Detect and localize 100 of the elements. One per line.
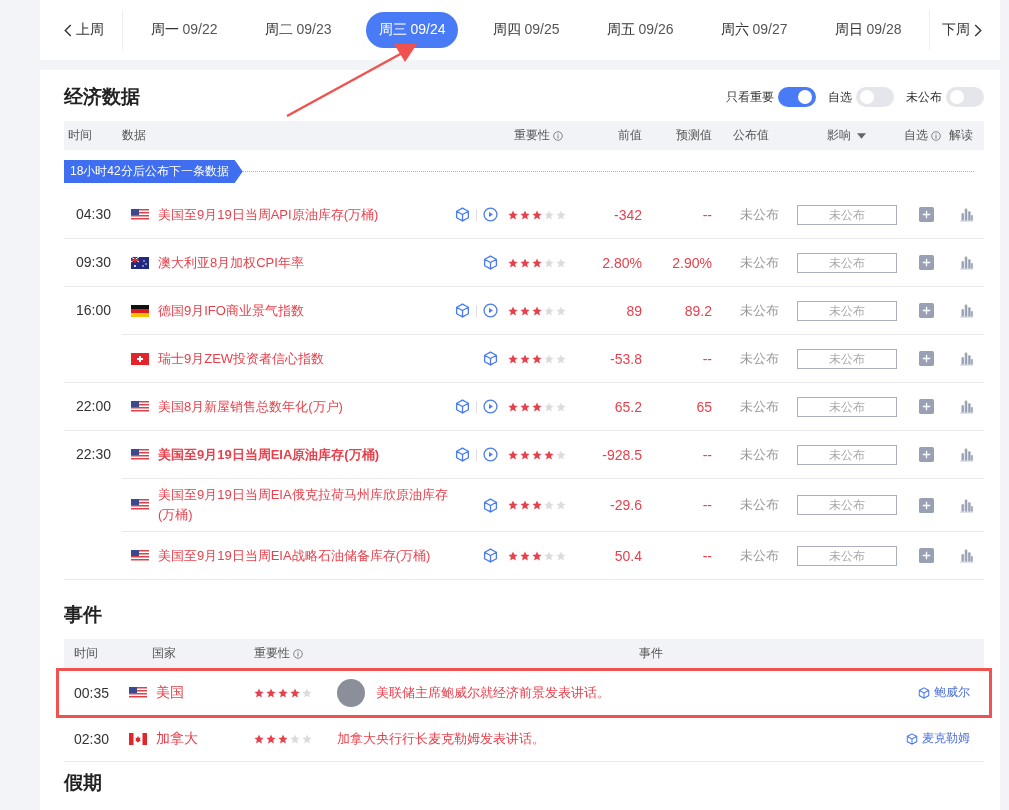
indicator-link[interactable]: 美国至9月19日当周EIA战略石油储备库存(万桶) <box>158 545 454 566</box>
caret-icon <box>857 132 866 139</box>
bar-chart-icon[interactable] <box>959 255 974 270</box>
bar-chart-icon[interactable] <box>959 497 974 513</box>
add-icon[interactable] <box>919 207 934 222</box>
info-icon <box>293 648 303 659</box>
actual-value: 未公布 <box>739 445 780 464</box>
column-header: 解读 <box>949 127 973 144</box>
countdown-tag: 18小时42分后公布下一条数据 <box>64 160 243 183</box>
indicator-link[interactable]: 德国9月IFO商业景气指数 <box>158 300 454 321</box>
toggle-switch[interactable] <box>946 87 984 107</box>
impact-field[interactable]: 未公布 <box>796 348 897 369</box>
actual-value: 未公布 <box>739 205 780 224</box>
bar-chart-icon[interactable] <box>959 548 974 563</box>
impact-field[interactable]: 未公布 <box>796 495 897 515</box>
indicator-link[interactable]: 美国8月新屋销售总数年化(万户) <box>158 396 454 417</box>
day-tab[interactable]: 周六 09/27 <box>707 12 801 48</box>
cube-icon[interactable] <box>455 399 470 414</box>
play-icon[interactable] <box>483 207 498 222</box>
actual-value: 未公布 <box>739 397 780 416</box>
day-tab[interactable]: 周二 09/23 <box>251 12 345 48</box>
flag-icon <box>131 256 149 269</box>
forecast-value: 2.90% <box>671 254 712 271</box>
bar-chart-icon[interactable] <box>959 303 974 318</box>
forecast-value: 89.2 <box>683 302 712 319</box>
toggle-switch[interactable] <box>856 87 894 107</box>
bar-chart-icon[interactable] <box>959 447 974 462</box>
forecast-value: -- <box>701 446 712 463</box>
day-tab[interactable]: 周五 09/26 <box>593 12 687 48</box>
cube-icon[interactable] <box>483 255 498 270</box>
add-icon[interactable] <box>919 399 934 414</box>
column-header: 国家 <box>152 645 176 662</box>
toggle-switch[interactable] <box>778 87 816 107</box>
country-text: 美国 <box>156 683 184 702</box>
toggle-label: 未公布 <box>906 88 942 106</box>
flag-icon <box>131 304 149 317</box>
impact-field[interactable]: 未公布 <box>796 444 897 465</box>
toggle-label: 只看重要 <box>726 88 774 106</box>
column-header: 数据 <box>122 127 146 144</box>
add-icon[interactable] <box>919 548 934 563</box>
info-icon <box>931 130 941 141</box>
day-tab[interactable]: 周三 09/24 <box>365 12 459 48</box>
flag-icon <box>131 499 149 511</box>
event-text: 美联储主席鲍威尔就经济前景发表讲话。 <box>376 683 611 702</box>
cube-icon[interactable] <box>455 447 470 462</box>
add-icon[interactable] <box>919 303 934 318</box>
cube-icon[interactable] <box>483 351 498 366</box>
add-icon[interactable] <box>919 255 934 270</box>
column-header: 自选 <box>904 127 928 144</box>
play-icon[interactable] <box>483 399 498 414</box>
column-header: 前值 <box>618 127 642 144</box>
previous-week-link[interactable]: 上周 <box>40 10 123 50</box>
info-icon <box>553 130 563 141</box>
cube-icon[interactable] <box>455 303 470 318</box>
impact-field[interactable]: 未公布 <box>796 396 897 417</box>
cube-icon[interactable] <box>483 548 498 563</box>
cube-icon <box>906 732 918 745</box>
indicator-link[interactable]: 瑞士9月ZEW投资者信心指数 <box>158 348 454 369</box>
indicator-link[interactable]: 美国至9月19日当周API原油库存(万桶) <box>158 204 454 225</box>
cube-icon[interactable] <box>455 207 470 222</box>
play-icon[interactable] <box>483 303 498 318</box>
time-text: 04:30 <box>76 206 112 222</box>
cube-icon <box>918 686 930 699</box>
bar-chart-icon[interactable] <box>959 351 974 366</box>
flag-icon <box>129 732 147 745</box>
chevron-left-icon <box>64 23 72 37</box>
cube-icon[interactable] <box>483 497 498 513</box>
add-icon[interactable] <box>919 447 934 462</box>
add-icon[interactable] <box>919 351 934 366</box>
indicator-link[interactable]: 美国至9月19日当周EIA原油库存(万桶) <box>158 444 454 465</box>
next-week-link[interactable]: 下周 <box>929 10 1000 50</box>
impact-field[interactable]: 未公布 <box>796 545 897 566</box>
impact-field[interactable]: 未公布 <box>796 252 897 273</box>
indicator-link[interactable]: 澳大利亚8月加权CPI年率 <box>158 252 454 273</box>
flag-icon <box>131 352 149 365</box>
indicator-link[interactable]: 美国至9月19日当周EIA俄克拉荷马州库欣原油库存(万桶) <box>158 485 454 525</box>
add-icon[interactable] <box>919 497 934 513</box>
impact-field[interactable]: 未公布 <box>796 300 897 321</box>
day-tab[interactable]: 周日 09/28 <box>821 12 915 48</box>
flag-icon <box>129 686 147 699</box>
column-header: 时间 <box>74 645 98 662</box>
day-tab[interactable]: 周一 09/22 <box>137 12 231 48</box>
actual-value: 未公布 <box>739 253 780 272</box>
forecast-value: -- <box>701 497 712 513</box>
column-header: 公布值 <box>732 127 769 144</box>
actual-value: 未公布 <box>739 546 780 565</box>
person-tag[interactable]: 麦克勒姆 <box>906 730 984 747</box>
play-icon[interactable] <box>483 447 498 462</box>
column-header: 事件 <box>638 645 663 662</box>
previous-value: -29.6 <box>609 497 642 513</box>
time-text: 02:30 <box>73 730 111 747</box>
impact-field[interactable]: 未公布 <box>796 204 897 225</box>
previous-value: -928.5 <box>601 446 642 463</box>
bar-chart-icon[interactable] <box>959 399 974 414</box>
section-title: 事件 <box>64 603 102 627</box>
person-tag[interactable]: 鲍威尔 <box>918 684 984 701</box>
flag-icon <box>131 208 149 221</box>
bar-chart-icon[interactable] <box>959 207 974 222</box>
actual-value: 未公布 <box>739 349 780 368</box>
day-tab[interactable]: 周四 09/25 <box>479 12 573 48</box>
